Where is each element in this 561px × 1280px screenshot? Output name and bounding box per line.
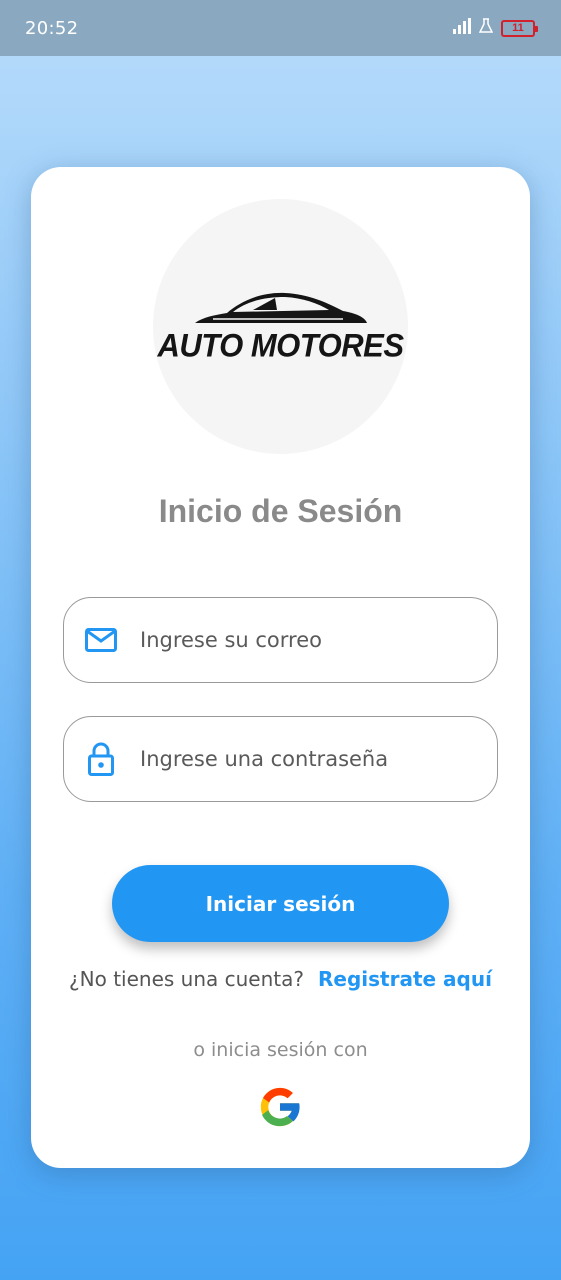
register-link[interactable]: Registrate aquí xyxy=(318,967,492,991)
car-silhouette-icon xyxy=(193,289,368,332)
lab-icon xyxy=(478,17,494,39)
battery-icon: 11 xyxy=(501,19,538,37)
lock-icon xyxy=(84,742,118,776)
logo-text: AUTO MOTORES xyxy=(157,327,404,364)
battery-level: 11 xyxy=(512,22,524,34)
password-input[interactable] xyxy=(140,747,480,771)
page-title: Inicio de Sesión xyxy=(158,493,403,529)
status-time: 20:52 xyxy=(25,17,79,39)
email-input[interactable] xyxy=(140,628,480,652)
status-icons: 11 xyxy=(453,17,538,39)
email-field[interactable] xyxy=(63,597,498,683)
no-account-text: ¿No tienes una cuenta? xyxy=(69,967,304,991)
google-login-button[interactable] xyxy=(253,1082,307,1136)
password-field[interactable] xyxy=(63,716,498,802)
mail-icon xyxy=(84,623,118,657)
logo: AUTO MOTORES xyxy=(153,199,408,454)
status-bar: 20:52 11 xyxy=(0,0,561,56)
alt-login-text: o inicia sesión con xyxy=(193,1039,368,1061)
login-card: AUTO MOTORES Inicio de Sesión Iniciar se… xyxy=(31,167,530,1168)
signal-icon xyxy=(453,17,471,39)
login-button[interactable]: Iniciar sesión xyxy=(112,865,449,942)
google-icon xyxy=(255,1082,305,1137)
register-row: ¿No tienes una cuenta? Registrate aquí xyxy=(31,967,530,991)
